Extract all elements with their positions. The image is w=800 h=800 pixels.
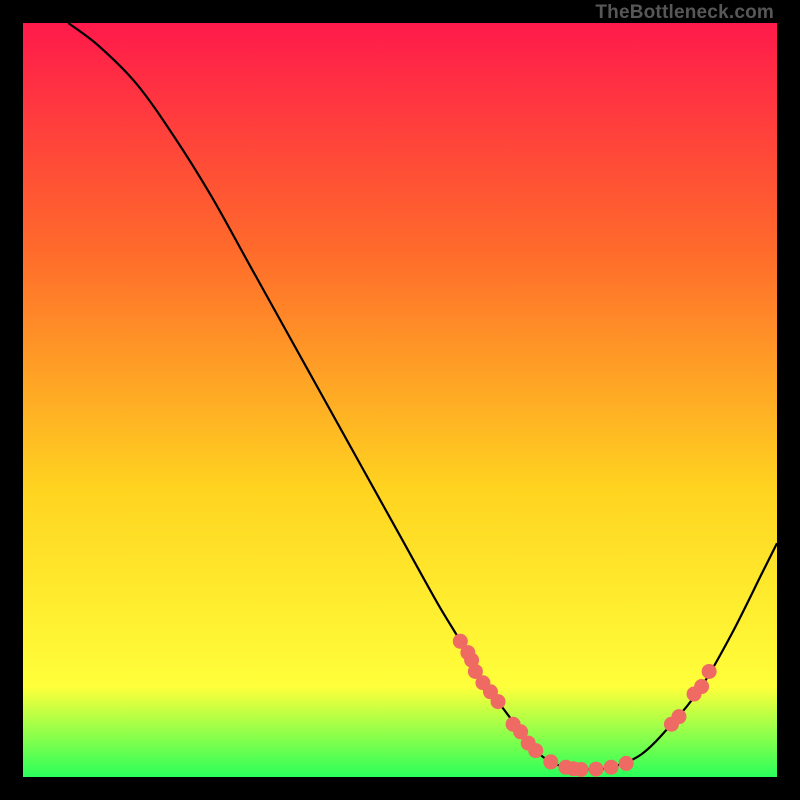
marker-point [543,754,558,769]
gradient-background [23,23,777,777]
marker-point [573,762,588,777]
marker-point [604,760,619,775]
marker-point [702,664,717,679]
marker-point [528,743,543,758]
bottleneck-chart [23,23,777,777]
chart-frame [23,23,777,777]
marker-point [619,756,634,771]
marker-point [694,679,709,694]
marker-point [491,694,506,709]
marker-point [589,762,604,777]
marker-point [671,709,686,724]
watermark-text: TheBottleneck.com [595,2,774,24]
